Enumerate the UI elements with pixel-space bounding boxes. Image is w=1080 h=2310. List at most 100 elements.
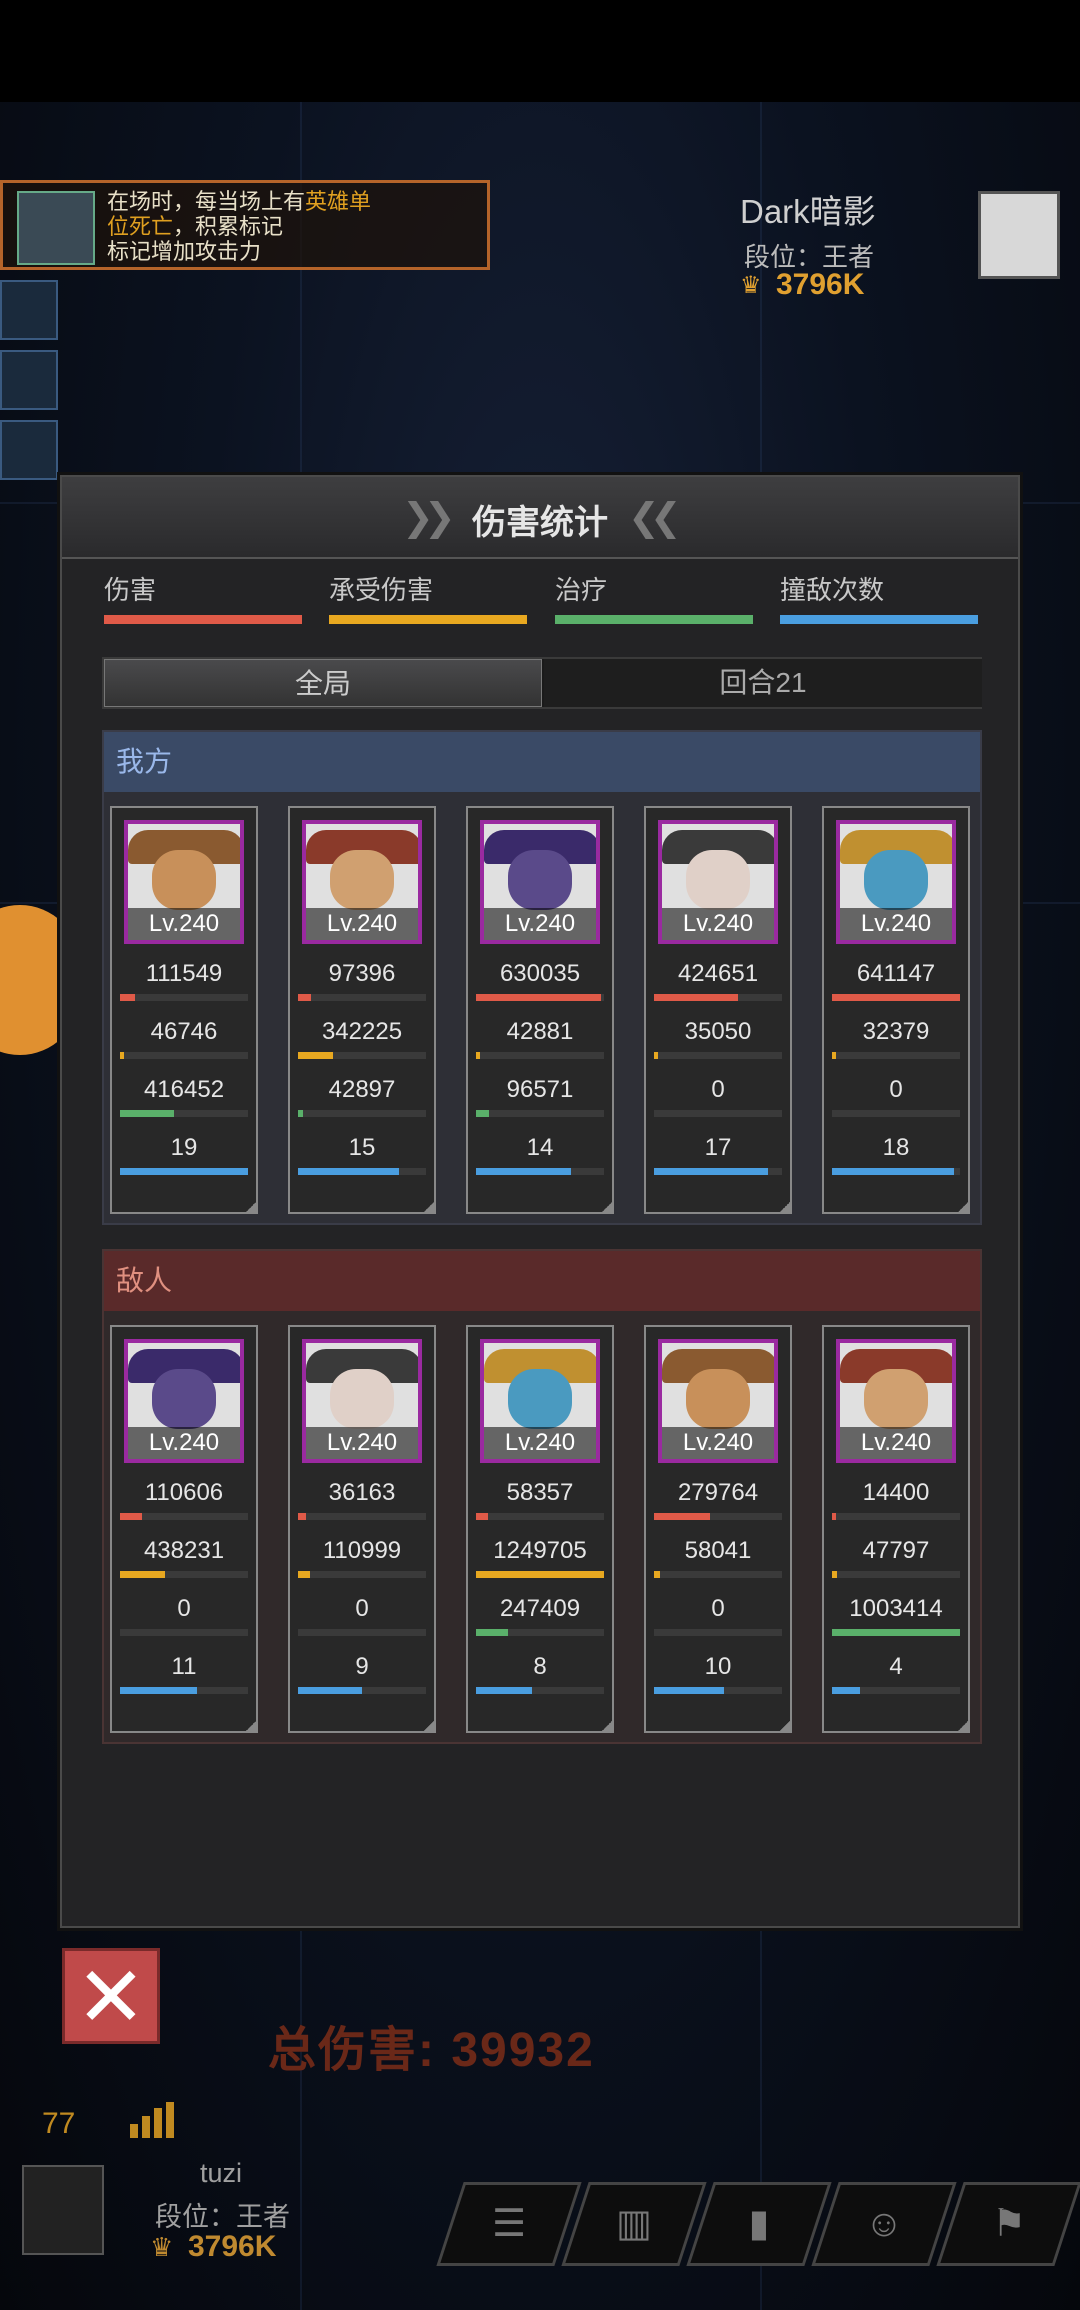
hero-level: Lv.240 xyxy=(484,908,596,940)
legend-hit-count: 撞敌次数 xyxy=(780,570,980,624)
hero-face xyxy=(864,850,928,910)
bar-fill xyxy=(832,1513,836,1520)
hit-count-bar xyxy=(654,1168,782,1175)
bar-fill xyxy=(476,1168,571,1175)
bar-fill xyxy=(298,1168,400,1175)
player-name: tuzi xyxy=(200,2158,243,2188)
hero-level: Lv.240 xyxy=(306,1427,418,1459)
hit-count-bar xyxy=(832,1687,960,1694)
hero-portrait: Lv.240 xyxy=(302,820,422,944)
damage-bar xyxy=(832,1513,960,1520)
hero-stat-card[interactable]: Lv.240 641147 32379 0 18 xyxy=(822,806,970,1214)
legend-bar xyxy=(555,615,753,624)
hit-count-value: 14 xyxy=(526,1134,554,1161)
heal-bar xyxy=(832,1110,960,1117)
bar-fill xyxy=(298,1687,362,1694)
scope-tabs: 全局 回合21 xyxy=(102,657,982,709)
damage-value: 58357 xyxy=(506,1479,574,1506)
damage-taken-bar xyxy=(298,1052,426,1059)
chevron-left-icon: ❮❮ xyxy=(628,497,682,539)
ally-section: 我方 Lv.240 111549 46746 416452 19 Lv.240 97396 3… xyxy=(102,730,982,1225)
bar-chart-icon: ▥ xyxy=(616,2203,652,2245)
bar-fill xyxy=(654,1168,768,1175)
surrender-button[interactable]: ⚑ xyxy=(936,2182,1080,2266)
damage-value: 641147 xyxy=(856,960,936,987)
heal-value: 1003414 xyxy=(849,1595,943,1622)
hit-count-bar xyxy=(654,1687,782,1694)
damage-value: 110606 xyxy=(144,1479,224,1506)
damage-taken-value: 58041 xyxy=(684,1537,752,1564)
hero-face xyxy=(330,850,394,910)
hit-count-value: 18 xyxy=(882,1134,910,1161)
stats-button[interactable]: ▥ xyxy=(561,2182,707,2266)
damage-value: 111549 xyxy=(145,960,223,987)
hero-stat-card[interactable]: Lv.240 110606 438231 0 11 xyxy=(110,1325,258,1733)
damage-taken-bar xyxy=(476,1571,604,1578)
damage-bar xyxy=(298,1513,426,1520)
tab-global[interactable]: 全局 xyxy=(104,659,542,707)
legend-bar xyxy=(329,615,527,624)
hero-portrait: Lv.240 xyxy=(480,820,600,944)
heal-value: 96571 xyxy=(506,1076,574,1103)
opponent-avatar[interactable] xyxy=(978,191,1060,279)
hit-count-value: 8 xyxy=(533,1653,547,1680)
heal-value: 247409 xyxy=(499,1595,581,1622)
damage-bar xyxy=(654,1513,782,1520)
damage-taken-bar xyxy=(120,1571,248,1578)
hero-level: Lv.240 xyxy=(662,1427,774,1459)
hit-count-bar xyxy=(120,1687,248,1694)
skill-banner: 在场时，每当场上有英雄单位死亡，积累标记 标记增加攻击力 xyxy=(0,180,490,270)
hit-count-bar xyxy=(298,1687,426,1694)
bar-fill xyxy=(476,1571,604,1578)
tab-round[interactable]: 回合21 xyxy=(544,659,982,707)
damage-taken-value: 110999 xyxy=(322,1537,402,1564)
damage-value: 424651 xyxy=(677,960,759,987)
legend-damage: 伤害 xyxy=(104,570,304,624)
damage-taken-value: 42881 xyxy=(506,1018,574,1045)
hero-face xyxy=(686,850,750,910)
damage-value: 630035 xyxy=(499,960,581,987)
player-avatar[interactable] xyxy=(22,2165,104,2255)
profile-button[interactable]: ☰ xyxy=(436,2182,582,2266)
hero-stat-card[interactable]: Lv.240 36163 110999 0 9 xyxy=(288,1325,436,1733)
damage-bar xyxy=(120,1513,248,1520)
damage-taken-value: 32379 xyxy=(862,1018,930,1045)
bottle-icon: ▮ xyxy=(748,2203,770,2245)
hero-stat-card[interactable]: Lv.240 279764 58041 0 10 xyxy=(644,1325,792,1733)
hero-level: Lv.240 xyxy=(128,908,240,940)
player-rank: 段位：王者 xyxy=(155,2202,290,2232)
hero-face xyxy=(686,1369,750,1429)
heal-bar xyxy=(654,1110,782,1117)
hit-count-value: 15 xyxy=(348,1134,376,1161)
left-hero-slot xyxy=(0,350,58,410)
hero-stat-card[interactable]: Lv.240 630035 42881 96571 14 xyxy=(466,806,614,1214)
heal-bar xyxy=(476,1629,604,1636)
close-button[interactable]: ✕ xyxy=(62,1948,160,2044)
damage-bar xyxy=(476,994,604,1001)
damage-taken-bar xyxy=(298,1571,426,1578)
hit-count-value: 17 xyxy=(704,1134,732,1161)
bar-fill xyxy=(832,1629,960,1636)
hero-portrait: Lv.240 xyxy=(124,820,244,944)
hero-stat-card[interactable]: Lv.240 14400 47797 1003414 4 xyxy=(822,1325,970,1733)
hero-level: Lv.240 xyxy=(662,908,774,940)
hit-count-bar xyxy=(832,1168,960,1175)
bar-fill xyxy=(654,1513,711,1520)
emote-button[interactable]: ☺ xyxy=(811,2182,957,2266)
flag-icon: ⚑ xyxy=(991,2203,1027,2245)
heal-bar xyxy=(654,1629,782,1636)
hero-stat-card[interactable]: Lv.240 97396 342225 42897 15 xyxy=(288,806,436,1214)
damage-taken-bar xyxy=(120,1052,248,1059)
hero-stat-card[interactable]: Lv.240 424651 35050 0 17 xyxy=(644,806,792,1214)
bar-fill xyxy=(654,1687,725,1694)
heal-value: 0 xyxy=(177,1595,191,1622)
legend-heal: 治疗 xyxy=(555,570,755,624)
item-button[interactable]: ▮ xyxy=(686,2182,832,2266)
opponent-name: Dark暗影 xyxy=(740,193,876,230)
left-hero-slot xyxy=(0,420,58,480)
hero-stat-card[interactable]: Lv.240 111549 46746 416452 19 xyxy=(110,806,258,1214)
opponent-power: 3796K xyxy=(776,268,865,301)
hero-stat-card[interactable]: Lv.240 58357 1249705 247409 8 xyxy=(466,1325,614,1733)
hit-count-value: 11 xyxy=(171,1653,197,1680)
hero-portrait: Lv.240 xyxy=(302,1339,422,1463)
